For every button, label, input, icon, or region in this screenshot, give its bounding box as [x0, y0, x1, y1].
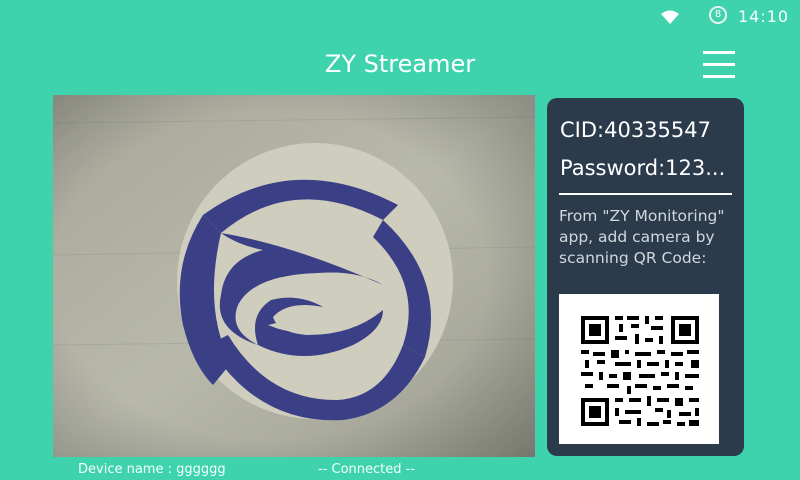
app-title: ZY Streamer — [324, 50, 476, 78]
menu-button[interactable] — [700, 48, 738, 82]
clock: 14:10 — [738, 7, 790, 26]
status-bar: 8 14:10 — [0, 0, 800, 34]
app-screen: 8 14:10 ZY Streamer CID:40335547 Passwor… — [0, 0, 800, 480]
qr-code-image — [559, 294, 719, 444]
notification-badge: 8 — [709, 6, 727, 24]
camera-preview[interactable] — [53, 95, 535, 457]
connection-status: -- Connected -- — [318, 462, 416, 477]
camera-id: CID:40335547 — [560, 118, 711, 142]
camera-password: Password:123... — [560, 156, 726, 180]
divider — [559, 193, 732, 195]
footer-status-bar: Device name : gggggg -- Connected -- — [0, 460, 800, 480]
camera-feed-image — [53, 95, 535, 457]
device-name: Device name : gggggg — [78, 462, 226, 477]
qr-instructions: From "ZY Monitoring" app, add camera by … — [559, 207, 725, 267]
qr-code-icon — [581, 316, 699, 426]
camera-info-panel: CID:40335547 Password:123... From "ZY Mo… — [547, 98, 744, 456]
wifi-icon — [661, 10, 679, 24]
